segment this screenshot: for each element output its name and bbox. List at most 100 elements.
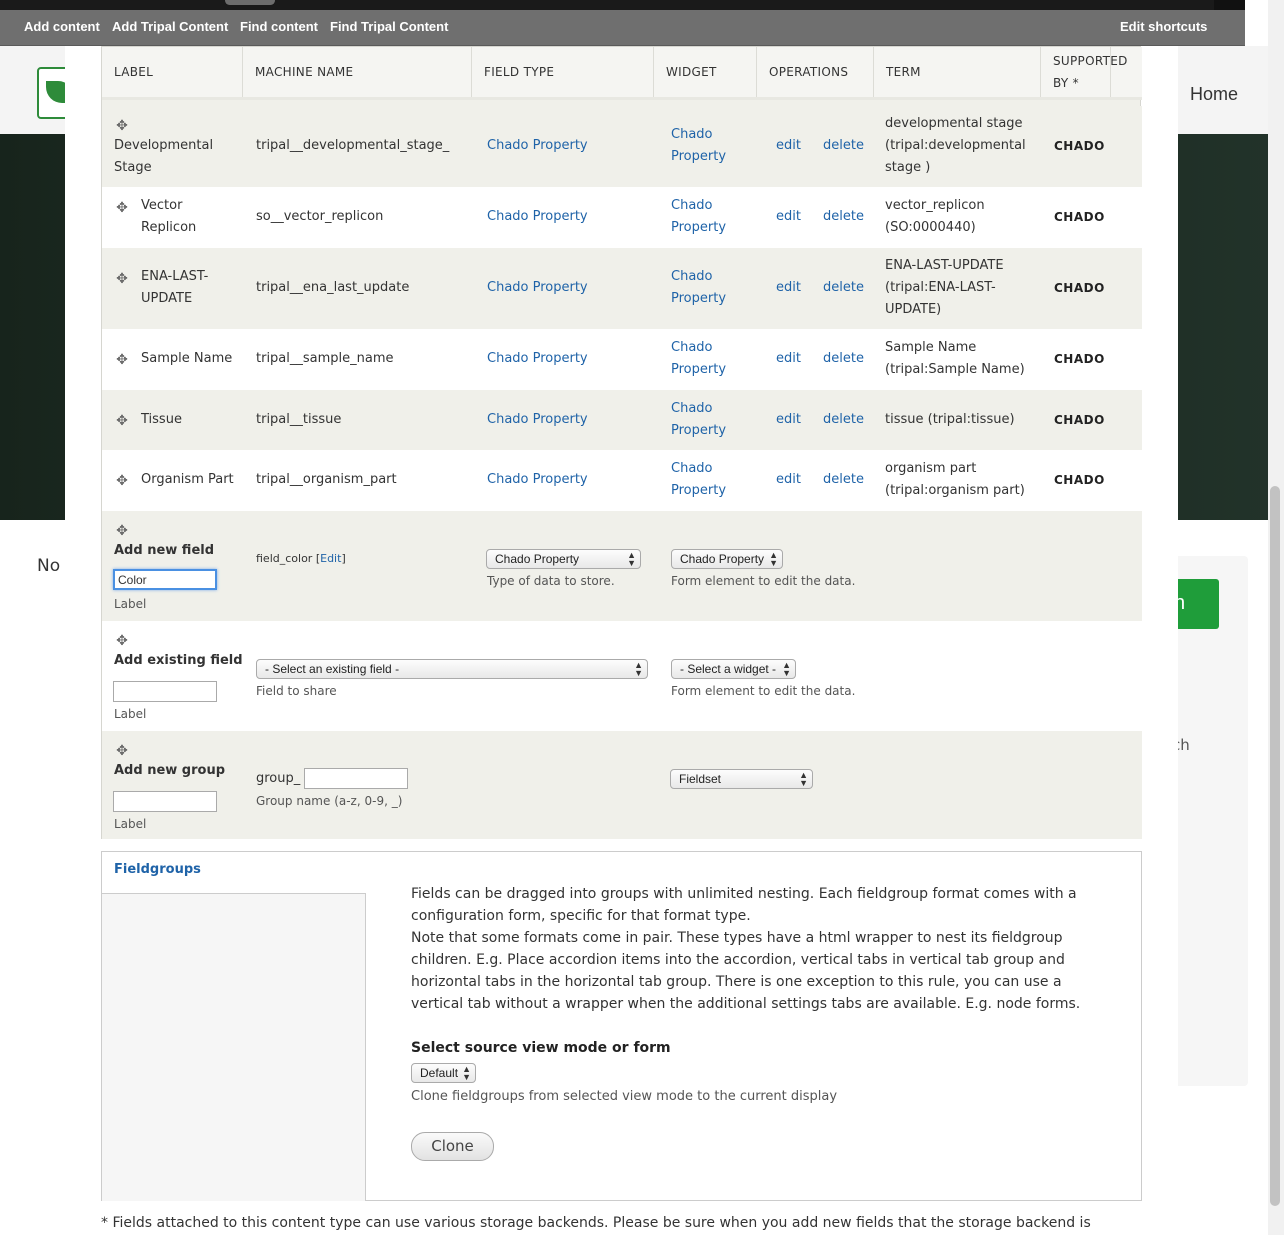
field-machine-name: tripal__sample_name bbox=[256, 351, 394, 366]
fieldgroups-tab[interactable]: Fieldgroups bbox=[114, 862, 201, 877]
edit-link[interactable]: edit bbox=[776, 135, 801, 157]
shortcut-add-tripal-content[interactable]: Add Tripal Content bbox=[112, 19, 228, 34]
shortcut-find-tripal-content[interactable]: Find Tripal Content bbox=[330, 19, 448, 34]
existing-field-label-caption: Label bbox=[114, 707, 147, 721]
delete-link[interactable]: delete bbox=[823, 348, 864, 370]
background-text: No bbox=[37, 556, 61, 576]
widget-link[interactable]: Chado Property bbox=[671, 458, 736, 502]
select-arrows-icon: ▲ ▼ bbox=[634, 660, 643, 678]
drag-handle-icon[interactable]: ✥ bbox=[116, 353, 128, 367]
fieldgroups-panel: Fieldgroups Fields can be dragged into g… bbox=[101, 851, 1142, 1201]
new-field-widget-help: Form element to edit the data. bbox=[671, 574, 856, 588]
field-label: Organism Part bbox=[141, 472, 234, 487]
select-arrows-icon: ▲ ▼ bbox=[627, 550, 636, 568]
field-label: Tissue bbox=[141, 412, 182, 427]
drag-handle-icon[interactable]: ✥ bbox=[116, 634, 128, 648]
field-type-link[interactable]: Chado Property bbox=[487, 409, 588, 431]
edit-link[interactable]: edit bbox=[776, 206, 801, 228]
shortcut-find-content[interactable]: Find content bbox=[240, 19, 318, 34]
table-row: ✥ Developmental Stage tripal__developmen… bbox=[102, 106, 1142, 187]
field-term: ENA-LAST-UPDATE (tripal:ENA-LAST-UPDATE) bbox=[885, 258, 1004, 317]
table-row: ✥ Tissue tripal__tissue Chado Property C… bbox=[102, 390, 1142, 450]
edit-link[interactable]: edit bbox=[776, 409, 801, 431]
drag-handle-icon[interactable]: ✥ bbox=[116, 744, 128, 758]
table-row: ✥ Sample Name tripal__sample_name Chado … bbox=[102, 329, 1142, 390]
storage-backend: CHADO bbox=[1054, 413, 1105, 427]
nav-home-link[interactable]: Home bbox=[1190, 84, 1238, 105]
edit-link[interactable]: edit bbox=[776, 348, 801, 370]
manage-fields-dialog: LABEL MACHINE NAME FIELD TYPE WIDGET OPE… bbox=[65, 46, 1178, 1235]
field-term: Sample Name (tripal:Sample Name) bbox=[885, 340, 1025, 377]
field-type-link[interactable]: Chado Property bbox=[487, 206, 588, 228]
header-term: TERM bbox=[874, 47, 1041, 97]
clone-button[interactable]: Clone bbox=[411, 1132, 494, 1161]
shortcuts-bar: Add content Add Tripal Content Find cont… bbox=[0, 10, 1245, 46]
existing-field-widget-help: Form element to edit the data. bbox=[671, 684, 856, 698]
admin-toolbar bbox=[0, 0, 1245, 10]
toolbar-handle[interactable] bbox=[225, 0, 275, 5]
edit-shortcuts-link[interactable]: Edit shortcuts bbox=[1120, 19, 1207, 34]
drag-handle-icon[interactable]: ✥ bbox=[116, 272, 128, 286]
widget-link[interactable]: Chado Property bbox=[671, 398, 736, 442]
delete-link[interactable]: delete bbox=[823, 277, 864, 299]
fieldgroups-description: Fields can be dragged into groups with u… bbox=[411, 886, 1081, 1012]
widget-link[interactable]: Chado Property bbox=[671, 124, 736, 168]
storage-backend: CHADO bbox=[1054, 210, 1105, 224]
header-widget: WIDGET bbox=[654, 47, 757, 97]
group-format-select[interactable]: Fieldset ▲ ▼ bbox=[670, 769, 813, 789]
header-machine-name: MACHINE NAME bbox=[243, 47, 472, 97]
field-type-link[interactable]: Chado Property bbox=[487, 135, 588, 157]
field-type-link[interactable]: Chado Property bbox=[487, 348, 588, 370]
existing-field-label-input[interactable] bbox=[113, 681, 217, 702]
drag-handle-icon[interactable]: ✥ bbox=[116, 524, 128, 538]
field-label: Developmental Stage bbox=[114, 138, 214, 175]
delete-link[interactable]: delete bbox=[823, 206, 864, 228]
source-view-mode-help: Clone fieldgroups from selected view mod… bbox=[411, 1089, 838, 1104]
field-label: Vector Replicon bbox=[141, 198, 197, 235]
group-name-input[interactable] bbox=[304, 768, 408, 789]
existing-field-select[interactable]: - Select an existing field - ▲ ▼ bbox=[256, 659, 648, 679]
delete-link[interactable]: delete bbox=[823, 409, 864, 431]
add-existing-field-title: Add existing field bbox=[114, 653, 243, 668]
edit-link[interactable]: edit bbox=[776, 277, 801, 299]
new-group-label-input[interactable] bbox=[113, 791, 217, 812]
table-row: ✥ ENA-LAST-UPDATE tripal__ena_last_updat… bbox=[102, 248, 1142, 329]
widget-link[interactable]: Chado Property bbox=[671, 266, 736, 310]
toolbar-edge bbox=[1214, 0, 1245, 10]
edit-machine-name-link[interactable]: Edit bbox=[320, 552, 341, 565]
existing-field-widget-select[interactable]: - Select a widget - ▲ ▼ bbox=[671, 659, 796, 679]
add-existing-field-row: ✥ Add existing field Label - Select an e… bbox=[102, 621, 1142, 731]
table-row: ✥ Vector Replicon so__vector_replicon Ch… bbox=[102, 187, 1142, 248]
drag-handle-icon[interactable]: ✥ bbox=[116, 414, 128, 428]
field-type-link[interactable]: Chado Property bbox=[487, 277, 588, 299]
table-header: LABEL MACHINE NAME FIELD TYPE WIDGET OPE… bbox=[102, 47, 1142, 100]
field-machine-name: tripal__ena_last_update bbox=[256, 280, 410, 295]
source-view-mode-select[interactable]: Default ▲ ▼ bbox=[411, 1063, 476, 1083]
storage-backend: CHADO bbox=[1054, 139, 1105, 153]
field-type-link[interactable]: Chado Property bbox=[487, 469, 588, 491]
add-new-field-row: ✥ Add new field Color Label field_color … bbox=[102, 511, 1142, 621]
field-machine-name: tripal__organism_part bbox=[256, 472, 397, 487]
shortcut-add-content[interactable]: Add content bbox=[24, 19, 100, 34]
delete-link[interactable]: delete bbox=[823, 135, 864, 157]
storage-footnote: * Fields attached to this content type c… bbox=[101, 1215, 1091, 1231]
header-operations: OPERATIONS bbox=[757, 47, 874, 97]
edit-link[interactable]: edit bbox=[776, 469, 801, 491]
drag-handle-icon[interactable]: ✥ bbox=[116, 201, 128, 215]
new-field-type-help: Type of data to store. bbox=[487, 574, 615, 588]
field-term: tissue (tripal:tissue) bbox=[885, 412, 1015, 427]
field-machine-name: so__vector_replicon bbox=[256, 209, 384, 224]
new-field-label-input[interactable]: Color bbox=[113, 569, 217, 590]
scrollbar-thumb[interactable] bbox=[1270, 486, 1280, 1206]
field-term: developmental stage (tripal:developmenta… bbox=[885, 116, 1026, 175]
page-scrollbar[interactable] bbox=[1268, 0, 1284, 1235]
drag-handle-icon[interactable]: ✥ bbox=[116, 474, 128, 488]
select-arrows-icon: ▲ ▼ bbox=[769, 550, 778, 568]
delete-link[interactable]: delete bbox=[823, 469, 864, 491]
widget-link[interactable]: Chado Property bbox=[671, 195, 736, 239]
drag-handle-icon[interactable]: ✥ bbox=[116, 119, 128, 133]
group-prefix: group_ bbox=[256, 771, 301, 786]
new-field-widget-select[interactable]: Chado Property ▲ ▼ bbox=[671, 549, 783, 569]
new-field-type-select[interactable]: Chado Property ▲ ▼ bbox=[486, 549, 641, 569]
widget-link[interactable]: Chado Property bbox=[671, 337, 736, 381]
